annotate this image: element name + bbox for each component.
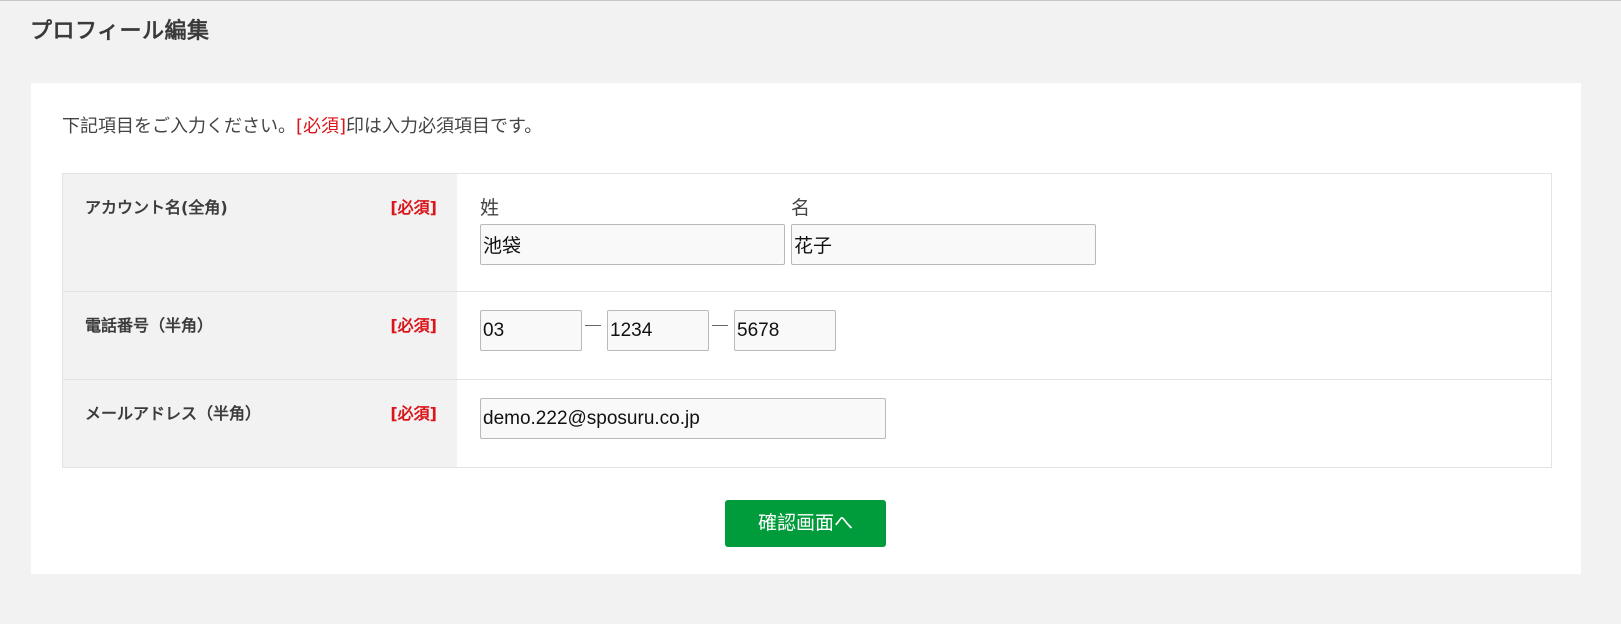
- notice-text-before: 下記項目をご入力ください。: [62, 116, 296, 137]
- phone-label-cell: 電話番号（半角） [必須]: [62, 291, 457, 380]
- phone-value-cell: [457, 291, 1552, 380]
- email-label-cell: メールアドレス（半角） [必須]: [62, 379, 457, 468]
- email-required-badge: [必須]: [390, 404, 437, 423]
- phone-separator-2: [712, 325, 728, 326]
- account-name-label: アカウント名(全角): [85, 198, 228, 217]
- confirm-button[interactable]: 確認画面へ: [725, 500, 886, 547]
- phone-part2-input[interactable]: [607, 310, 709, 351]
- phone-part3-input[interactable]: [734, 310, 836, 351]
- email-value-cell: [457, 379, 1552, 468]
- account-name-required-badge: [必須]: [390, 198, 437, 217]
- first-name-label: 名: [791, 197, 811, 219]
- phone-label: 電話番号（半角）: [85, 316, 214, 335]
- account-name-value-cell: 姓 名: [457, 173, 1552, 292]
- phone-separator-1: [585, 325, 601, 326]
- form-row-account-name: アカウント名(全角) [必須] 姓 名: [62, 173, 1552, 292]
- profile-form-table: アカウント名(全角) [必須] 姓 名 電話番号（半角） [必須]: [62, 173, 1552, 468]
- account-name-label-cell: アカウント名(全角) [必須]: [62, 173, 457, 292]
- form-notice: 下記項目をご入力ください。[必須]印は入力必須項目です。: [62, 112, 542, 142]
- form-row-email: メールアドレス（半角） [必須]: [62, 379, 1552, 468]
- page-title: プロフィール編集: [30, 19, 210, 44]
- email-label: メールアドレス（半角）: [85, 404, 262, 423]
- top-divider: [0, 0, 1621, 1]
- phone-part1-input[interactable]: [480, 310, 582, 351]
- phone-required-badge: [必須]: [390, 316, 437, 335]
- profile-form-card: 下記項目をご入力ください。[必須]印は入力必須項目です。 アカウント名(全角) …: [31, 83, 1581, 574]
- notice-required-mark: [必須]: [296, 116, 347, 137]
- last-name-label: 姓: [480, 197, 500, 219]
- last-name-input[interactable]: [480, 224, 785, 265]
- first-name-input[interactable]: [791, 224, 1096, 265]
- notice-text-after: 印は入力必須項目です。: [346, 116, 543, 137]
- form-row-phone: 電話番号（半角） [必須]: [62, 291, 1552, 380]
- email-input[interactable]: [480, 398, 886, 439]
